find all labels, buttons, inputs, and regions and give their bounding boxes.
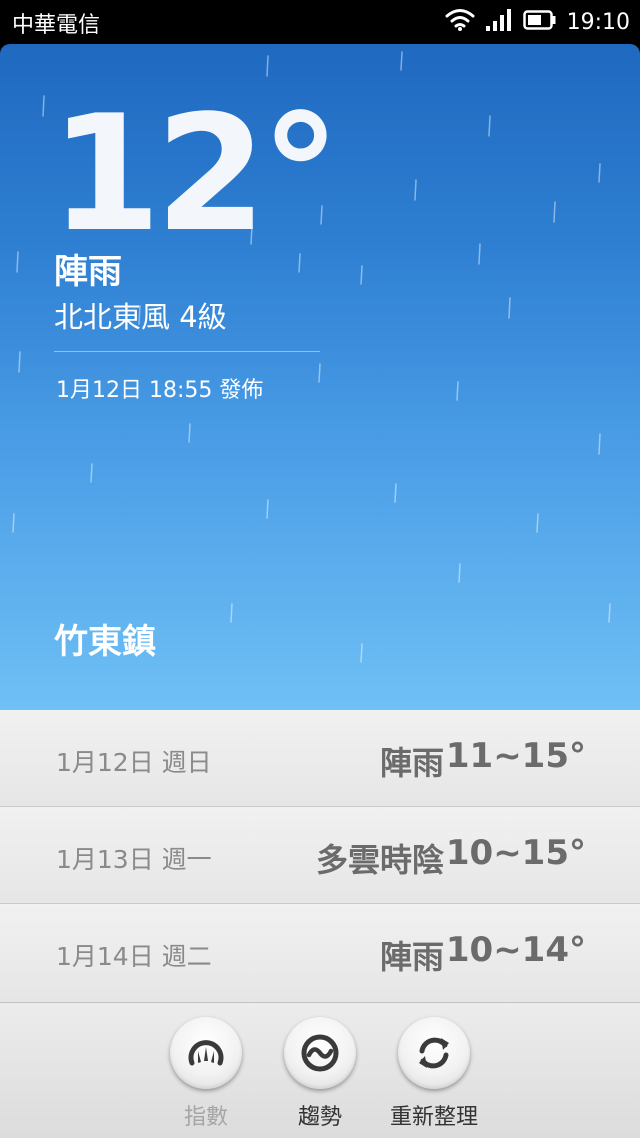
clock: 19:10 — [566, 9, 630, 35]
bottom-action-bar: 指數 趨勢 重新整理 — [0, 1002, 640, 1138]
status-bar: 中華電信 19:10 — [0, 0, 640, 44]
divider — [54, 351, 320, 352]
forecast-date: 1月14日 週二 — [56, 942, 212, 971]
weather-panel: 12° 陣雨 北北東風 4級 1月12日 18:55 發佈 竹東鎮 — [0, 44, 640, 710]
location-name[interactable]: 竹東鎮 — [54, 614, 156, 663]
refresh-button[interactable]: 重新整理 — [379, 1017, 489, 1133]
gauge-icon — [188, 1040, 224, 1066]
forecast-row[interactable]: 1月12日 週日 陣雨 11~15° — [0, 710, 640, 807]
carrier-name: 中華電信 — [12, 13, 101, 38]
trend-icon — [301, 1034, 339, 1072]
refresh-button-circle[interactable] — [398, 1017, 470, 1089]
current-temperature: 12° — [50, 80, 341, 267]
refresh-icon — [419, 1037, 449, 1069]
signal-icon — [485, 8, 513, 36]
forecast-condition: 陣雨 — [379, 938, 444, 976]
wifi-icon — [445, 8, 475, 36]
index-button-circle[interactable] — [170, 1017, 242, 1089]
wind-info: 北北東風 4級 — [54, 300, 227, 334]
index-label: 指數 — [183, 1105, 228, 1130]
forecast-date: 1月13日 週一 — [56, 845, 212, 874]
forecast-temperature-range: 11~15° — [445, 736, 586, 776]
trend-button-circle[interactable] — [284, 1017, 356, 1089]
forecast-temperature-range: 10~14° — [445, 930, 586, 970]
current-condition: 陣雨 — [54, 252, 122, 292]
trend-button[interactable]: 趨勢 — [265, 1017, 375, 1133]
refresh-label: 重新整理 — [389, 1105, 478, 1130]
forecast-list: 1月12日 週日 陣雨 11~15° 1月13日 週一 多雲時陰 10~15° … — [0, 710, 640, 1002]
forecast-condition: 多雲時陰 — [315, 841, 444, 879]
status-icons: 19:10 — [445, 8, 630, 36]
battery-icon — [522, 9, 557, 35]
trend-label: 趨勢 — [297, 1105, 342, 1130]
forecast-row[interactable]: 1月13日 週一 多雲時陰 10~15° — [0, 807, 640, 904]
forecast-date: 1月12日 週日 — [56, 748, 212, 777]
index-button[interactable]: 指數 — [151, 1017, 261, 1133]
forecast-condition: 陣雨 — [379, 744, 444, 782]
forecast-temperature-range: 10~15° — [445, 833, 586, 873]
publish-time: 1月12日 18:55 發佈 — [56, 378, 264, 403]
forecast-row[interactable]: 1月14日 週二 陣雨 10~14° — [0, 904, 640, 1001]
